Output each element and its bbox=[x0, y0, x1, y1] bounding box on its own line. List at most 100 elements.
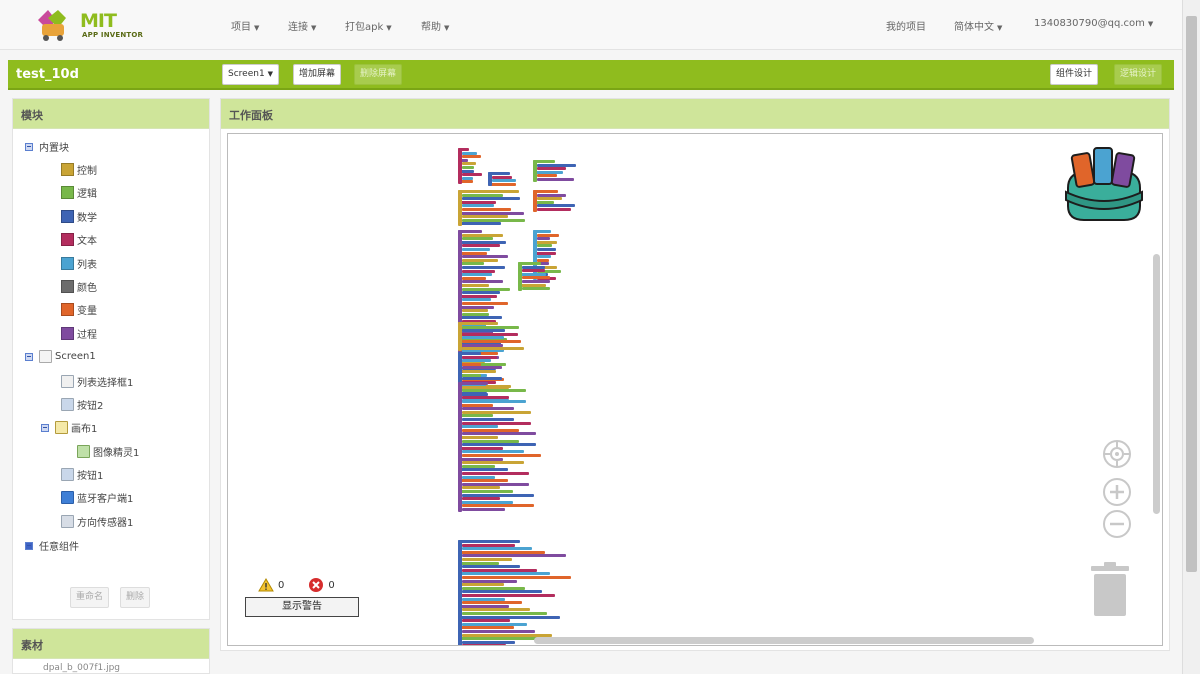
block-fragment bbox=[537, 208, 571, 211]
page-scrollbar-thumb[interactable] bbox=[1186, 16, 1197, 572]
block-fragment bbox=[462, 619, 510, 623]
button-icon bbox=[61, 468, 74, 481]
collapse-icon[interactable] bbox=[25, 142, 33, 151]
horizontal-scrollbar[interactable] bbox=[534, 637, 1034, 644]
builtin-category[interactable]: 控制 bbox=[61, 162, 97, 177]
blocks-button[interactable]: 逻辑设计 bbox=[1114, 64, 1163, 85]
block-fragment bbox=[462, 475, 495, 479]
show-warnings-button[interactable]: 显示警告 bbox=[245, 597, 359, 617]
page-scrollbar[interactable] bbox=[1182, 0, 1200, 674]
backpack-icon[interactable] bbox=[1060, 144, 1146, 226]
category-label: 过程 bbox=[77, 329, 97, 341]
add-screen-button[interactable]: 增加屏幕 bbox=[293, 64, 342, 85]
builtin-category[interactable]: 颜色 bbox=[61, 279, 97, 294]
trash-icon[interactable] bbox=[1088, 562, 1132, 618]
block-fragment bbox=[458, 305, 494, 309]
component-label: 按钮2 bbox=[77, 401, 104, 412]
tree-screen1-label: Screen1 bbox=[55, 351, 96, 362]
block-fragment bbox=[462, 576, 571, 579]
tree-component-button2[interactable]: 按钮2 bbox=[61, 397, 103, 412]
menu-help[interactable]: 帮助 ▼ bbox=[421, 18, 449, 33]
zoom-in-button[interactable] bbox=[1103, 478, 1131, 506]
error-count: 0 bbox=[328, 579, 335, 591]
builtin-category[interactable]: 列表 bbox=[61, 256, 97, 271]
block-spine bbox=[458, 540, 462, 645]
recenter-button[interactable] bbox=[1103, 440, 1131, 468]
builtin-category[interactable]: 变量 bbox=[61, 302, 97, 317]
tree-component-listpicker1[interactable]: 列表选择框1 bbox=[61, 374, 133, 389]
block-fragment bbox=[462, 630, 535, 633]
tree-builtin[interactable]: 内置块 bbox=[25, 139, 69, 154]
rename-button[interactable]: 重命名 bbox=[70, 587, 110, 608]
account-menu[interactable]: 1340830790@qq.com ▼ bbox=[1034, 18, 1153, 29]
block-fragment bbox=[537, 255, 551, 259]
category-color-swatch bbox=[61, 326, 74, 340]
designer-button[interactable]: 组件设计 bbox=[1050, 64, 1099, 85]
block-fragment bbox=[462, 287, 510, 291]
language-menu[interactable]: 简体中文 ▼ bbox=[954, 18, 1002, 33]
menu-build[interactable]: 打包apk ▼ bbox=[345, 18, 392, 33]
menu-project-label: 项目 bbox=[231, 22, 251, 33]
block-fragment bbox=[462, 558, 512, 561]
zoom-out-button[interactable] bbox=[1103, 510, 1131, 538]
block-fragment bbox=[462, 454, 541, 457]
block-spine bbox=[518, 262, 522, 291]
block-fragment bbox=[458, 425, 498, 429]
block-fragment bbox=[462, 233, 503, 237]
my-projects-link[interactable]: 我的项目 bbox=[886, 18, 926, 33]
block-spine bbox=[458, 190, 462, 226]
block-fragment bbox=[462, 568, 537, 572]
menu-connect[interactable]: 连接 ▼ bbox=[288, 18, 316, 33]
media-item[interactable]: dpal_b_007f1.jpg bbox=[13, 659, 209, 674]
screen-select[interactable]: Screen1 ▼ bbox=[222, 64, 280, 85]
menu-project[interactable]: 项目 ▼ bbox=[231, 18, 259, 33]
plus-icon bbox=[1110, 485, 1124, 499]
block-fragment bbox=[462, 493, 534, 497]
block-fragment bbox=[522, 280, 550, 283]
builtin-category[interactable]: 数学 bbox=[61, 209, 97, 224]
block-fragment bbox=[522, 269, 545, 273]
tree-component-orientationsensor1[interactable]: 方向传感器1 bbox=[61, 514, 133, 529]
block-fragment bbox=[462, 644, 506, 645]
remove-screen-button[interactable]: 删除屏幕 bbox=[354, 64, 403, 85]
block-fragment bbox=[537, 178, 574, 181]
block-fragment bbox=[462, 586, 525, 590]
block-fragment bbox=[462, 450, 524, 454]
app-inventor-logo[interactable]: MIT APP INVENTOR bbox=[32, 6, 152, 44]
category-color-swatch bbox=[61, 280, 74, 293]
tree-component-button1[interactable]: 按钮1 bbox=[61, 467, 103, 482]
blocks-workspace[interactable]: 0 0 显示警告 bbox=[227, 133, 1163, 646]
vertical-scrollbar[interactable] bbox=[1153, 254, 1160, 514]
block-fragment bbox=[458, 190, 519, 193]
tree-any-component[interactable]: 任意组件 bbox=[25, 538, 79, 553]
menu-help-label: 帮助 bbox=[421, 22, 441, 33]
tree-component-bluetoothclient1[interactable]: 蓝牙客户端1 bbox=[61, 490, 133, 505]
block-fragment bbox=[462, 325, 519, 329]
delete-button[interactable]: 删除 bbox=[120, 587, 151, 608]
block-spine bbox=[488, 172, 492, 187]
block-fragment bbox=[462, 504, 534, 508]
block-fragment bbox=[462, 155, 481, 159]
collapse-icon[interactable] bbox=[41, 423, 49, 432]
category-color-swatch bbox=[61, 163, 74, 176]
builtin-category[interactable]: 文本 bbox=[61, 232, 97, 247]
category-color-swatch bbox=[61, 233, 74, 247]
warning-counters: 0 0 bbox=[258, 577, 335, 593]
block-fragment bbox=[462, 377, 502, 381]
builtin-category[interactable]: 逻辑 bbox=[61, 185, 97, 200]
tree-screen1[interactable]: Screen1 bbox=[25, 350, 96, 363]
tree-component-canvas1[interactable]: 画布1 bbox=[41, 420, 97, 435]
tree-component-imagesprite1[interactable]: 图像精灵1 bbox=[77, 444, 139, 459]
block-fragment bbox=[537, 193, 566, 197]
block-fragment bbox=[458, 561, 499, 565]
category-label: 逻辑 bbox=[77, 189, 97, 201]
expand-icon[interactable] bbox=[25, 541, 33, 550]
category-label: 颜色 bbox=[77, 283, 97, 294]
block-fragment bbox=[462, 309, 488, 313]
block-fragment bbox=[458, 382, 488, 385]
block-fragment bbox=[488, 182, 516, 186]
builtin-category[interactable]: 过程 bbox=[61, 326, 97, 341]
block-fragment bbox=[458, 392, 488, 396]
collapse-icon[interactable] bbox=[25, 352, 33, 361]
chevron-down-icon: ▼ bbox=[1147, 20, 1154, 28]
